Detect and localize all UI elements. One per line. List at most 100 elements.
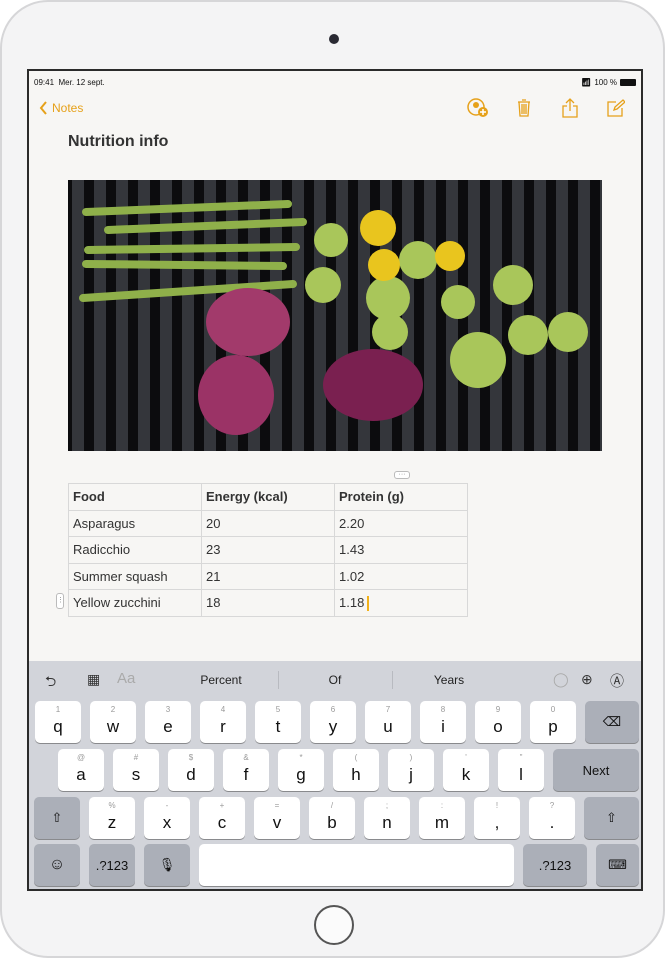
table-row: Radicchio 23 1.43	[68, 536, 468, 564]
key-t[interactable]: 5t	[255, 701, 301, 743]
table-cell[interactable]: 1.02	[334, 562, 468, 590]
home-button[interactable]	[314, 905, 354, 945]
battery-percent: 100 %	[594, 77, 617, 87]
vegetables-photo[interactable]	[68, 180, 602, 451]
suggestion[interactable]: Of	[285, 673, 385, 687]
add-person-icon[interactable]	[467, 97, 489, 119]
key-alt-label: 3	[165, 705, 171, 714]
dictation-key[interactable]: 🎙︎	[144, 844, 190, 886]
key-y[interactable]: 6y	[310, 701, 356, 743]
table-row: Yellow zucchini 18 1.18	[68, 589, 468, 617]
key-j[interactable]: ) j	[388, 749, 434, 791]
key-alt-label: "	[519, 753, 523, 762]
delete-key[interactable]: ⌫	[585, 701, 639, 743]
table-cell[interactable]: Radicchio	[68, 536, 202, 564]
checklist-icon[interactable]: ◯	[553, 671, 569, 688]
table-cell[interactable]: 20	[201, 509, 335, 537]
header-cell[interactable]: Protein (g)	[334, 483, 468, 511]
key-,[interactable]: !,	[474, 797, 520, 839]
key-h[interactable]: (h	[333, 749, 379, 791]
key-n[interactable]: ; n	[364, 797, 410, 839]
table-row-handle[interactable]: ⋮	[56, 593, 64, 609]
suggestion[interactable]: Percent	[171, 673, 271, 687]
emoji-key[interactable]: ☺	[34, 844, 80, 886]
key-x[interactable]: -x	[144, 797, 190, 839]
key-row: @ a # s $ d & f * g(h) j ' k " l Next	[58, 749, 639, 791]
key-label: g	[296, 765, 306, 784]
key-alt-label: 5	[275, 705, 281, 714]
key-e[interactable]: 3e	[145, 701, 191, 743]
key-o[interactable]: 9o	[475, 701, 521, 743]
key-alt-label: 9	[495, 705, 501, 714]
key-alt-label: ?	[549, 801, 555, 810]
key-.[interactable]: ?.	[529, 797, 575, 839]
hide-keyboard-key[interactable]: ⌨	[596, 844, 639, 886]
numbers-key[interactable]: .?123	[89, 844, 135, 886]
trash-icon[interactable]	[513, 97, 535, 119]
nav-bar: Notes	[39, 97, 627, 119]
table-column-handle[interactable]: ···	[394, 471, 410, 479]
time: 09:41	[34, 77, 55, 87]
key-label: i	[441, 717, 445, 736]
date: Mer. 12 sept.	[58, 77, 105, 87]
key-b[interactable]: / b	[309, 797, 355, 839]
key-label: y	[328, 717, 338, 736]
key-a[interactable]: @ a	[58, 749, 104, 791]
next-key[interactable]: Next	[553, 749, 639, 791]
key-label: z	[107, 813, 117, 832]
key-s[interactable]: # s	[113, 749, 159, 791]
key-w[interactable]: 2w	[90, 701, 136, 743]
compose-icon[interactable]	[605, 97, 627, 119]
key-label: x	[162, 813, 172, 832]
shift-icon: ⇧	[51, 810, 63, 825]
table-cell[interactable]: 1.18	[334, 589, 468, 617]
space-key[interactable]	[199, 844, 514, 886]
back-button[interactable]: Notes	[39, 101, 83, 115]
key-z[interactable]: % z	[89, 797, 135, 839]
key-l[interactable]: " l	[498, 749, 544, 791]
key-p[interactable]: 0p	[530, 701, 576, 743]
table-icon[interactable]: ▦	[87, 671, 100, 688]
header-cell[interactable]: Food	[68, 483, 202, 511]
key-d[interactable]: $ d	[168, 749, 214, 791]
key-alt-label: 2	[110, 705, 116, 714]
key-row: ⇧% z - x + c = v / b; n: m!,?. ⇧	[34, 797, 639, 839]
table-cell[interactable]: 2.20	[334, 509, 468, 537]
key-v[interactable]: = v	[254, 797, 300, 839]
key-f[interactable]: & f	[223, 749, 269, 791]
key-alt-label: 1	[55, 705, 61, 714]
format-button[interactable]: Aa	[117, 670, 135, 687]
key-alt-label: ;	[385, 801, 389, 810]
wifi-icon: 📶︎	[581, 77, 592, 87]
table-cell[interactable]: 1.43	[334, 536, 468, 564]
table-cell[interactable]: 21	[201, 562, 335, 590]
undo-icon[interactable]: ⮌	[45, 671, 56, 695]
plus-circle-icon[interactable]: ⊕	[581, 671, 593, 688]
key-k[interactable]: ' k	[443, 749, 489, 791]
key-c[interactable]: + c	[199, 797, 245, 839]
table-cell[interactable]: Yellow zucchini	[68, 589, 202, 617]
shift-key[interactable]: ⇧	[34, 797, 80, 839]
suggestion[interactable]: Years	[399, 673, 499, 687]
share-icon[interactable]	[559, 97, 581, 119]
key-m[interactable]: :m	[419, 797, 465, 839]
key-alt-label: *	[299, 753, 303, 762]
table-cell[interactable]: Asparagus	[68, 509, 202, 537]
cell-text: 1.18	[339, 594, 365, 610]
header-cell[interactable]: Energy (kcal)	[201, 483, 335, 511]
key-q[interactable]: 1q	[35, 701, 81, 743]
key-u[interactable]: 7u	[365, 701, 411, 743]
key-g[interactable]: * g	[278, 749, 324, 791]
markup-icon[interactable]: Ⓐ	[610, 671, 624, 691]
table-cell[interactable]: 23	[201, 536, 335, 564]
key-i[interactable]: 8i	[420, 701, 466, 743]
key-alt-label: (	[354, 753, 358, 762]
key-label: ,	[494, 813, 500, 832]
key-r[interactable]: 4r	[200, 701, 246, 743]
shift-key[interactable]: ⇧	[584, 797, 639, 839]
keyboard-hide-icon: ⌨	[608, 857, 627, 872]
table-cell[interactable]: 18	[201, 589, 335, 617]
numbers-key[interactable]: .?123	[523, 844, 587, 886]
table-cell[interactable]: Summer squash	[68, 562, 202, 590]
table-row: Summer squash 21 1.02	[68, 562, 468, 590]
